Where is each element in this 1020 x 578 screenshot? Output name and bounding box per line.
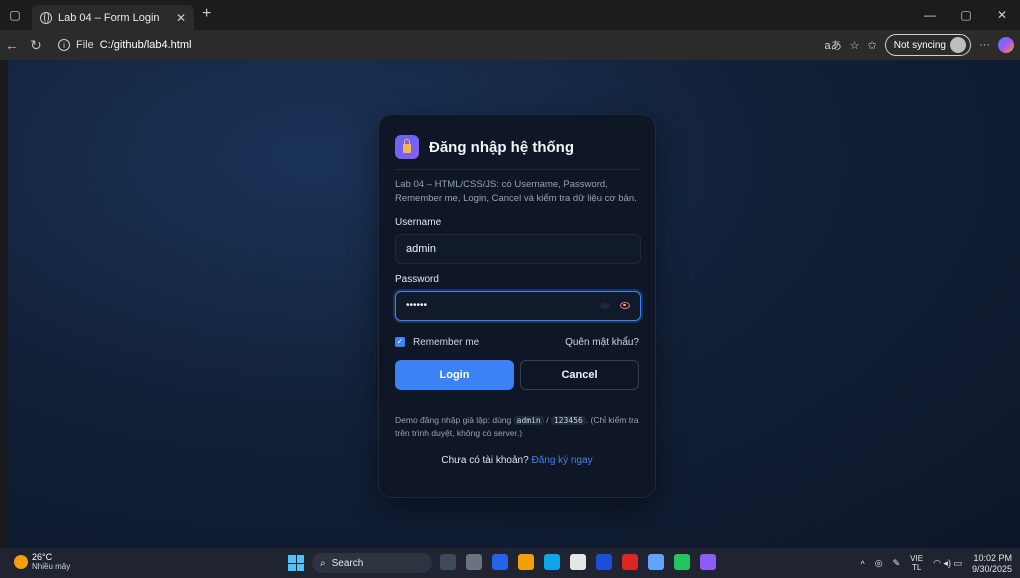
- action-buttons: Login Cancel: [395, 359, 639, 390]
- login-button[interactable]: Login: [395, 359, 514, 390]
- maximize-icon[interactable]: ▢: [948, 0, 984, 30]
- task-view-icon[interactable]: [466, 554, 482, 570]
- window-controls: — ▢ ✕: [912, 0, 1020, 30]
- weather-icon: [14, 555, 28, 570]
- pen-icon[interactable]: ✎: [893, 558, 901, 569]
- globe-icon: [40, 11, 52, 24]
- address-bar[interactable]: i File C:/github/lab4.html: [58, 34, 820, 56]
- taskbar-search[interactable]: ⌕ Search: [312, 553, 432, 573]
- favorite-star-icon[interactable]: ☆: [850, 39, 860, 52]
- username-input[interactable]: admin: [395, 233, 641, 264]
- sync-label: Not syncing: [893, 39, 946, 51]
- search-icon: ⌕: [320, 557, 326, 569]
- demo-separator: /: [546, 414, 549, 425]
- browser-right-tools: aあ ☆ ✩ Not syncing ···: [825, 34, 1014, 56]
- show-password-icon[interactable]: [620, 302, 630, 309]
- app-l-icon[interactable]: [596, 554, 612, 570]
- new-tab-icon[interactable]: +: [202, 5, 211, 23]
- close-tab-icon[interactable]: ✕: [176, 11, 186, 25]
- form-description: Lab 04 – HTML/CSS/JS: có Username, Passw…: [395, 179, 637, 205]
- password-icons: [600, 302, 630, 309]
- lock-badge: [395, 135, 419, 159]
- edge-app-icon[interactable]: [544, 554, 560, 570]
- weather-text: Nhiều mây: [32, 562, 71, 571]
- demo-note: Demo đăng nhập giả lập: dùng admin / 123…: [395, 414, 639, 440]
- lock-icon: [403, 139, 411, 153]
- address-scheme: File: [76, 39, 94, 51]
- wifi-volume-battery-icons[interactable]: ◠ ◂) ▭: [933, 558, 962, 569]
- read-aloud-icon[interactable]: aあ: [825, 37, 842, 53]
- password-value: ••••••: [406, 300, 428, 311]
- date: 9/30/2025: [971, 563, 1012, 574]
- language-indicator[interactable]: VIE TL: [910, 554, 923, 573]
- more-icon[interactable]: ···: [979, 39, 990, 51]
- password-input[interactable]: ••••••: [395, 290, 641, 321]
- word-app-icon[interactable]: [622, 554, 638, 570]
- browser-tab-bar: ▢ Lab 04 – Form Login ✕ + — ▢ ✕: [0, 0, 1020, 30]
- temperature: 26°C: [32, 552, 53, 562]
- browser-toolbar: ← ↻ i File C:/github/lab4.html aあ ☆ ✩ No…: [0, 30, 1020, 60]
- checkbox-checked-icon[interactable]: ✓: [395, 337, 405, 347]
- info-icon[interactable]: i: [58, 39, 70, 51]
- avatar: [950, 37, 966, 53]
- signup-link[interactable]: Đăng ký ngay: [531, 455, 592, 466]
- opera-app-icon[interactable]: [700, 554, 716, 570]
- taskbar: 26°C Nhiều mây ⌕ Search ^ ◎ ✎ VIE TL ◠ ◂…: [0, 548, 1020, 578]
- taskbar-apps: [440, 554, 716, 570]
- username-label: Username: [395, 216, 442, 228]
- signup-prompt: Chưa có tài khoản?: [441, 455, 529, 467]
- profile-button[interactable]: Not syncing: [884, 34, 971, 56]
- weather-widget[interactable]: 26°C Nhiều mây: [14, 553, 70, 572]
- cancel-button[interactable]: Cancel: [519, 359, 639, 390]
- copilot-app-icon[interactable]: [492, 554, 508, 570]
- refresh-icon[interactable]: ↻: [24, 33, 48, 57]
- clock[interactable]: 10:02 PM 9/30/2025: [972, 553, 1012, 575]
- page-viewport: Đăng nhập hệ thống Lab 04 – HTML/CSS/JS:…: [8, 60, 1020, 548]
- page-title: Đăng nhập hệ thống: [429, 138, 574, 156]
- remember-row: ✓ Remember me Quên mật khẩu?: [395, 337, 639, 348]
- remember-label: Remember me: [413, 336, 480, 348]
- notepad-app-icon[interactable]: [570, 554, 586, 570]
- copilot-icon[interactable]: [998, 37, 1014, 53]
- minimize-icon[interactable]: —: [912, 0, 948, 30]
- demo-password-code: 123456: [550, 415, 586, 425]
- tab-actions-icon[interactable]: ▢: [0, 0, 30, 30]
- file-explorer-icon[interactable]: [518, 554, 534, 570]
- close-window-icon[interactable]: ✕: [984, 0, 1020, 30]
- forgot-password-link[interactable]: Quên mật khẩu?: [565, 337, 639, 348]
- remember-me-checkbox[interactable]: ✓ Remember me: [395, 337, 479, 348]
- signup-row: Chưa có tài khoản? Đăng ký ngay: [395, 455, 639, 466]
- chrome-app-icon[interactable]: [674, 554, 690, 570]
- widgets-app-icon[interactable]: [440, 554, 456, 570]
- address-path: C:/github/lab4.html: [99, 39, 192, 51]
- time: 10:02 PM: [973, 553, 1012, 563]
- tray-overflow-icon[interactable]: ^: [861, 559, 865, 569]
- system-tray: ^ ◎ ✎ VIE TL ◠ ◂) ▭ 10:02 PM 9/30/2025: [861, 553, 1012, 575]
- login-card: Đăng nhập hệ thống Lab 04 – HTML/CSS/JS:…: [378, 114, 656, 498]
- search-label: Search: [331, 557, 364, 569]
- back-icon[interactable]: ←: [0, 33, 24, 57]
- lang-bottom: TL: [911, 562, 922, 572]
- tab-title: Lab 04 – Form Login: [58, 11, 160, 24]
- username-value: admin: [406, 242, 436, 255]
- card-header: Đăng nhập hệ thống: [395, 135, 639, 170]
- zalo-app-icon[interactable]: [648, 554, 664, 570]
- tab-lab04[interactable]: Lab 04 – Form Login ✕: [32, 5, 194, 30]
- favorites-icon[interactable]: ✩: [868, 39, 877, 52]
- autofill-icon: [600, 302, 610, 309]
- demo-prefix: Demo đăng nhập giả lập: dùng: [395, 414, 512, 425]
- demo-username-code: admin: [513, 415, 544, 425]
- password-label: Password: [395, 273, 439, 285]
- windows-start-icon[interactable]: [288, 555, 304, 571]
- network-app-icon[interactable]: ◎: [875, 558, 883, 569]
